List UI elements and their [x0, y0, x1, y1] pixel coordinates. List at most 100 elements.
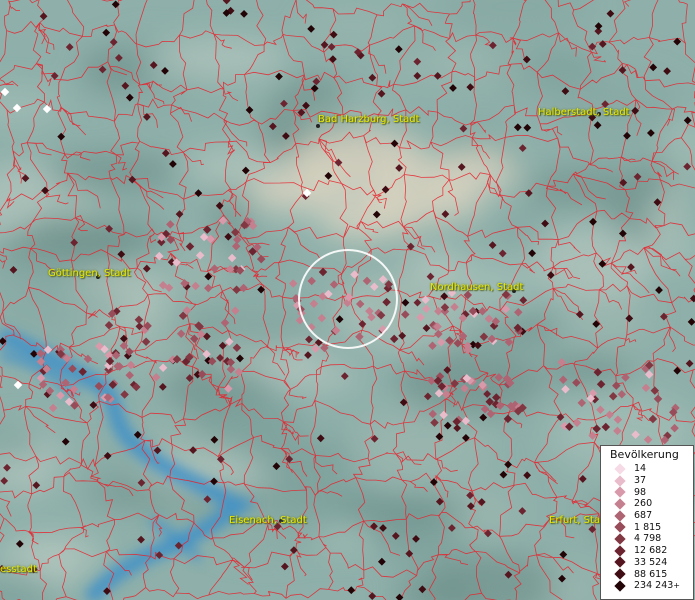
population-marker[interactable] — [117, 250, 126, 259]
population-marker[interactable] — [457, 163, 466, 171]
population-marker[interactable] — [484, 529, 492, 538]
population-marker[interactable] — [598, 40, 607, 48]
population-marker[interactable] — [466, 83, 475, 92]
population-marker[interactable] — [422, 304, 431, 314]
population-marker[interactable] — [660, 312, 668, 321]
population-marker[interactable] — [594, 22, 603, 30]
population-marker[interactable] — [70, 238, 79, 247]
population-marker[interactable] — [220, 318, 230, 327]
population-marker[interactable] — [174, 541, 183, 550]
population-marker[interactable] — [524, 189, 533, 198]
population-marker[interactable] — [441, 390, 451, 399]
population-marker[interactable] — [459, 124, 468, 133]
population-marker[interactable] — [153, 446, 162, 455]
population-marker[interactable] — [647, 129, 655, 137]
population-marker[interactable] — [488, 241, 497, 249]
population-marker[interactable] — [413, 72, 422, 80]
population-marker[interactable] — [605, 410, 614, 420]
population-marker[interactable] — [561, 87, 570, 96]
population-marker[interactable] — [151, 372, 161, 382]
population-marker[interactable] — [689, 294, 695, 303]
population-marker[interactable] — [578, 475, 587, 483]
population-marker[interactable] — [528, 249, 537, 258]
population-marker[interactable] — [239, 283, 248, 293]
population-marker[interactable] — [256, 254, 266, 264]
population-marker[interactable] — [39, 12, 48, 21]
population-marker[interactable] — [557, 357, 566, 367]
population-marker[interactable] — [176, 329, 186, 338]
population-marker[interactable] — [663, 67, 671, 76]
population-marker[interactable] — [670, 423, 679, 433]
population-marker[interactable] — [461, 416, 471, 426]
population-marker[interactable] — [125, 93, 134, 102]
population-marker[interactable] — [405, 549, 414, 558]
population-marker[interactable] — [683, 162, 692, 171]
population-marker[interactable] — [202, 225, 212, 234]
population-marker[interactable] — [501, 304, 511, 314]
population-marker[interactable] — [439, 410, 448, 420]
population-marker[interactable] — [320, 40, 329, 49]
population-marker[interactable] — [372, 210, 381, 219]
population-marker[interactable] — [618, 229, 627, 238]
population-marker[interactable] — [175, 210, 184, 218]
population-marker[interactable] — [596, 379, 606, 389]
population-marker[interactable] — [109, 38, 118, 46]
population-marker[interactable] — [426, 272, 435, 281]
population-marker[interactable] — [215, 201, 224, 210]
population-marker[interactable] — [224, 384, 233, 393]
population-marker[interactable] — [631, 430, 640, 439]
population-marker[interactable] — [413, 298, 422, 307]
population-marker[interactable] — [518, 144, 527, 153]
population-marker[interactable] — [433, 71, 442, 80]
population-marker[interactable] — [606, 9, 615, 18]
population-marker[interactable] — [115, 54, 123, 62]
population-marker[interactable] — [422, 324, 431, 333]
population-marker[interactable] — [592, 424, 601, 434]
population-marker[interactable] — [227, 253, 237, 263]
population-marker[interactable] — [155, 551, 164, 560]
population-marker[interactable] — [479, 413, 488, 422]
population-marker[interactable] — [185, 374, 194, 382]
population-marker[interactable] — [466, 502, 475, 510]
population-marker[interactable] — [111, 0, 120, 9]
population-marker[interactable] — [12, 103, 22, 113]
population-marker[interactable] — [166, 235, 175, 245]
population-marker[interactable] — [648, 414, 658, 424]
population-marker[interactable] — [391, 532, 400, 540]
population-marker[interactable] — [683, 116, 692, 125]
population-marker[interactable] — [650, 386, 660, 395]
population-marker[interactable] — [218, 216, 228, 225]
population-marker[interactable] — [558, 574, 566, 583]
population-marker[interactable] — [398, 331, 407, 340]
population-marker[interactable] — [523, 123, 532, 132]
population-marker[interactable] — [231, 242, 241, 251]
population-marker[interactable] — [0, 87, 10, 97]
population-marker[interactable] — [56, 391, 65, 400]
population-marker[interactable] — [232, 285, 241, 295]
population-marker[interactable] — [477, 498, 486, 506]
population-marker[interactable] — [478, 306, 487, 316]
population-marker[interactable] — [513, 123, 522, 132]
population-marker[interactable] — [389, 334, 399, 344]
population-marker[interactable] — [589, 217, 597, 226]
population-marker[interactable] — [43, 345, 53, 355]
population-marker[interactable] — [514, 308, 523, 317]
population-marker[interactable] — [489, 41, 497, 50]
population-marker[interactable] — [191, 281, 200, 291]
population-marker[interactable] — [406, 242, 415, 251]
population-marker[interactable] — [285, 455, 294, 463]
population-marker[interactable] — [245, 106, 254, 114]
population-marker[interactable] — [275, 72, 283, 81]
population-marker[interactable] — [435, 497, 444, 506]
population-marker[interactable] — [653, 394, 663, 404]
population-marker[interactable] — [161, 149, 170, 158]
population-marker[interactable] — [523, 471, 532, 480]
population-marker[interactable] — [381, 185, 390, 194]
population-marker[interactable] — [9, 266, 18, 274]
population-marker[interactable] — [492, 393, 501, 402]
population-marker[interactable] — [199, 232, 209, 242]
population-marker[interactable] — [149, 61, 158, 69]
population-marker[interactable] — [655, 286, 663, 294]
population-marker[interactable] — [57, 132, 66, 141]
population-marker[interactable] — [304, 351, 312, 360]
